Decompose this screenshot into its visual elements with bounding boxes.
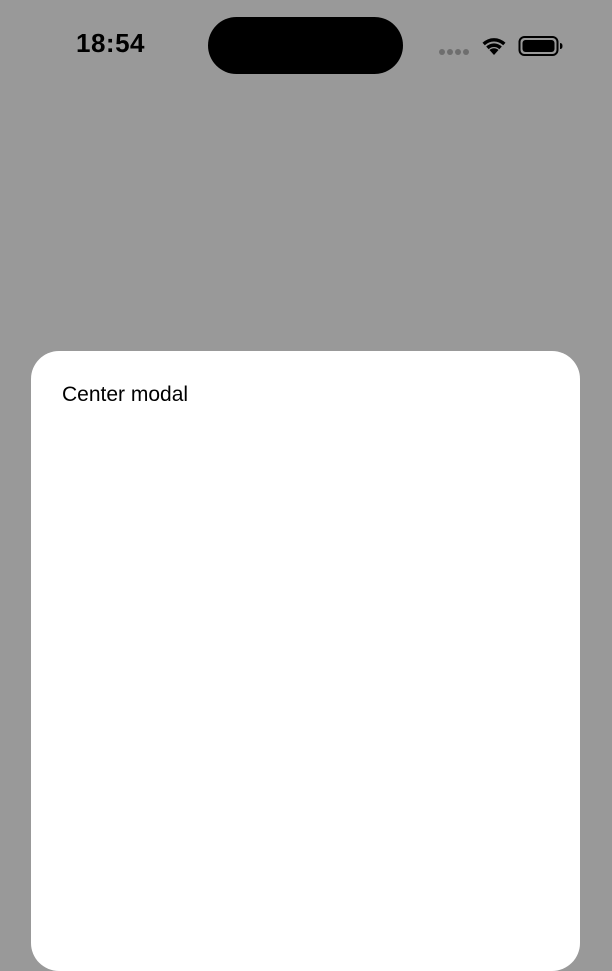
battery-icon [518, 36, 563, 56]
wifi-icon [482, 38, 506, 55]
modal-title: Center modal [62, 383, 189, 406]
status-time: 18:54 [76, 28, 145, 58]
center-modal[interactable]: Center modal [31, 351, 580, 971]
status-bar: 18:54 [0, 0, 612, 90]
cellular-signal-icon [439, 49, 469, 55]
dynamic-island [208, 17, 403, 74]
